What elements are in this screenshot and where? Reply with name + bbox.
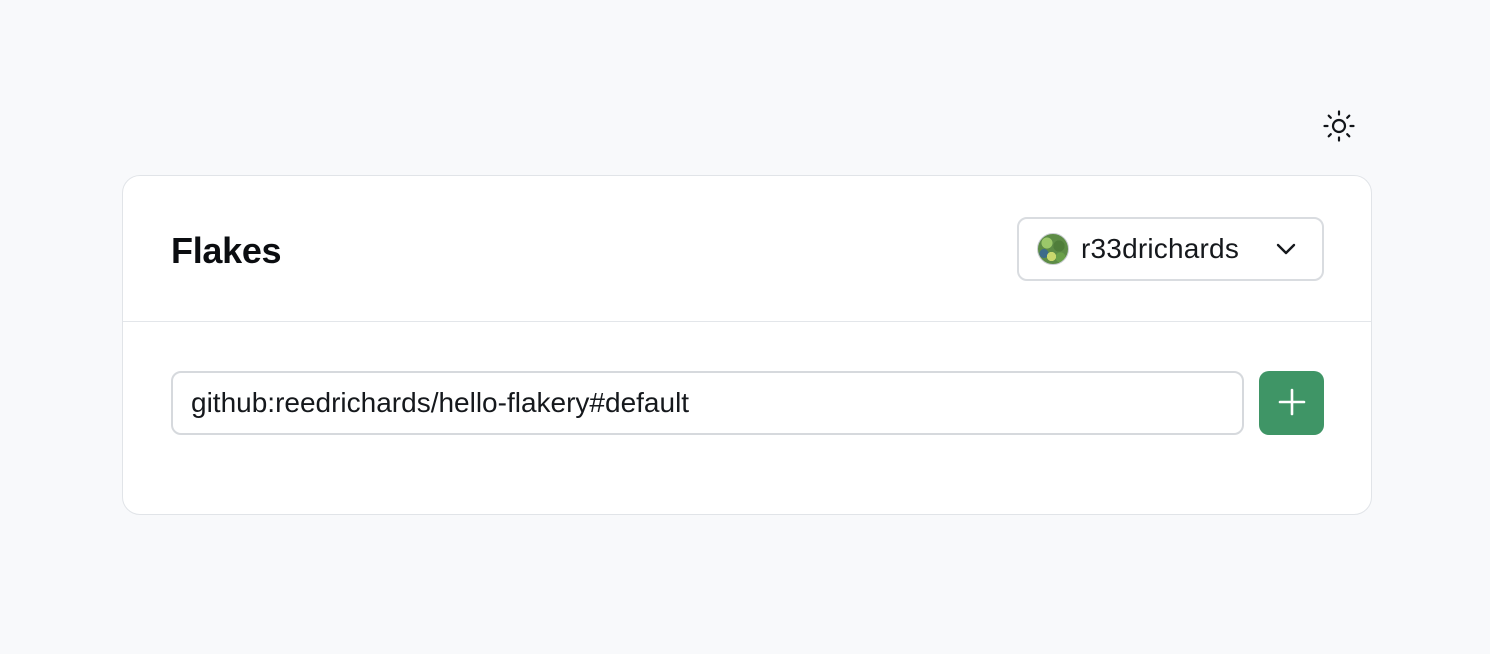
chevron-down-icon bbox=[1274, 237, 1298, 261]
plus-icon bbox=[1277, 387, 1307, 420]
theme-toggle-button[interactable] bbox=[1318, 107, 1360, 149]
card-body bbox=[123, 322, 1371, 515]
user-select-dropdown[interactable]: r33drichards bbox=[1017, 217, 1324, 281]
flakes-card: Flakes r33drichards bbox=[122, 175, 1372, 515]
sun-icon bbox=[1322, 109, 1356, 148]
avatar bbox=[1037, 233, 1069, 265]
add-flake-button[interactable] bbox=[1259, 371, 1324, 435]
card-header: Flakes r33drichards bbox=[123, 176, 1371, 322]
flake-url-input[interactable] bbox=[171, 371, 1244, 435]
username-label: r33drichards bbox=[1081, 233, 1240, 264]
page-title: Flakes bbox=[171, 230, 282, 271]
